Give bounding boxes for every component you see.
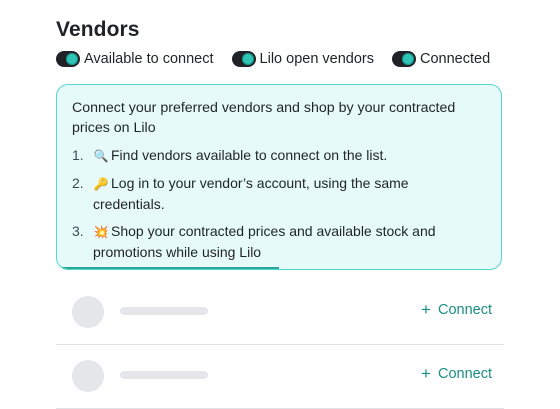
key-icon: 🔑 <box>93 177 109 191</box>
info-heading: Connect your preferred vendors and shop … <box>72 100 456 136</box>
toggle-switch-icon[interactable] <box>231 51 256 67</box>
page-title: Vendors <box>56 18 140 41</box>
toggle-knob <box>402 53 415 65</box>
toggle-knob <box>241 53 254 65</box>
filter-label: Available to connect <box>84 51 214 67</box>
info-progress-bar <box>57 267 279 269</box>
plus-icon: + <box>421 364 431 383</box>
filter-label: Lilo open vendors <box>259 51 375 67</box>
plus-icon: + <box>421 300 431 319</box>
vendor-filters: Available to connect Lilo open vendors C… <box>56 49 516 69</box>
step-number: 3. <box>72 223 84 239</box>
collision-icon: 💥 <box>93 225 109 239</box>
toggle-switch-icon[interactable] <box>392 51 417 67</box>
vendor-avatar-placeholder <box>72 360 104 392</box>
connect-label: Connect <box>437 365 492 382</box>
filter-connected[interactable]: Connected <box>392 51 490 67</box>
step-text: Shop your contracted prices and availabl… <box>93 223 436 260</box>
step-text: Find vendors available to connect on the… <box>111 147 388 163</box>
step-number: 2. <box>72 175 84 191</box>
vendor-row: + Connect <box>56 344 504 409</box>
filter-available-to-connect[interactable]: Available to connect <box>56 51 214 67</box>
toggle-switch-icon[interactable] <box>56 51 80 67</box>
vendor-avatar-placeholder <box>72 296 104 328</box>
vendor-row: + Connect <box>56 280 504 345</box>
vendor-name-skeleton <box>120 371 208 379</box>
connect-info-banner: Connect your preferred vendors and shop … <box>56 84 502 270</box>
vendor-name-skeleton <box>120 307 208 315</box>
step-number: 1. <box>72 147 84 163</box>
connect-label: Connect <box>437 301 492 318</box>
filter-label: Connected <box>420 51 491 67</box>
step-text: Log in to your vendor’s account, using t… <box>93 175 409 212</box>
toggle-knob <box>66 53 78 65</box>
connect-button[interactable]: + Connect <box>421 301 492 318</box>
magnifying-glass-icon: 🔍 <box>93 149 109 163</box>
filter-lilo-open-vendors[interactable]: Lilo open vendors <box>231 51 375 67</box>
connect-button[interactable]: + Connect <box>421 365 492 382</box>
